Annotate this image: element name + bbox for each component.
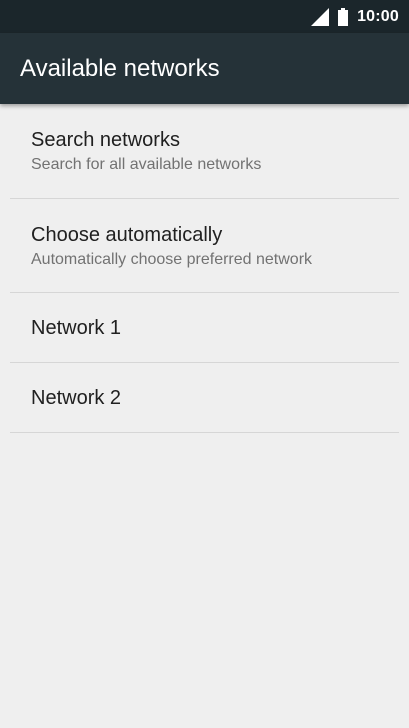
signal-icon xyxy=(311,7,330,26)
item-title: Choose automatically xyxy=(31,224,223,246)
choose-automatically-item[interactable]: Choose automatically Automatically choos… xyxy=(10,199,399,293)
page-title: Available networks xyxy=(20,55,220,82)
battery-icon xyxy=(338,7,349,26)
search-networks-item[interactable]: Search networks Search for all available… xyxy=(10,104,399,199)
status-bar: 10:00 xyxy=(0,0,409,33)
network-1-item[interactable]: Network 1 xyxy=(10,293,399,363)
item-title: Search networks xyxy=(31,129,180,151)
item-subtitle: Search for all available networks xyxy=(31,156,262,173)
app-bar: Available networks xyxy=(0,33,409,104)
item-subtitle: Automatically choose preferred network xyxy=(31,251,313,268)
network-list: Search networks Search for all available… xyxy=(10,104,399,433)
item-title: Network 2 xyxy=(31,387,122,409)
item-title: Network 1 xyxy=(31,317,122,339)
status-icons: 10:00 xyxy=(311,0,399,33)
clock: 10:00 xyxy=(357,7,399,25)
network-2-item[interactable]: Network 2 xyxy=(10,363,399,433)
